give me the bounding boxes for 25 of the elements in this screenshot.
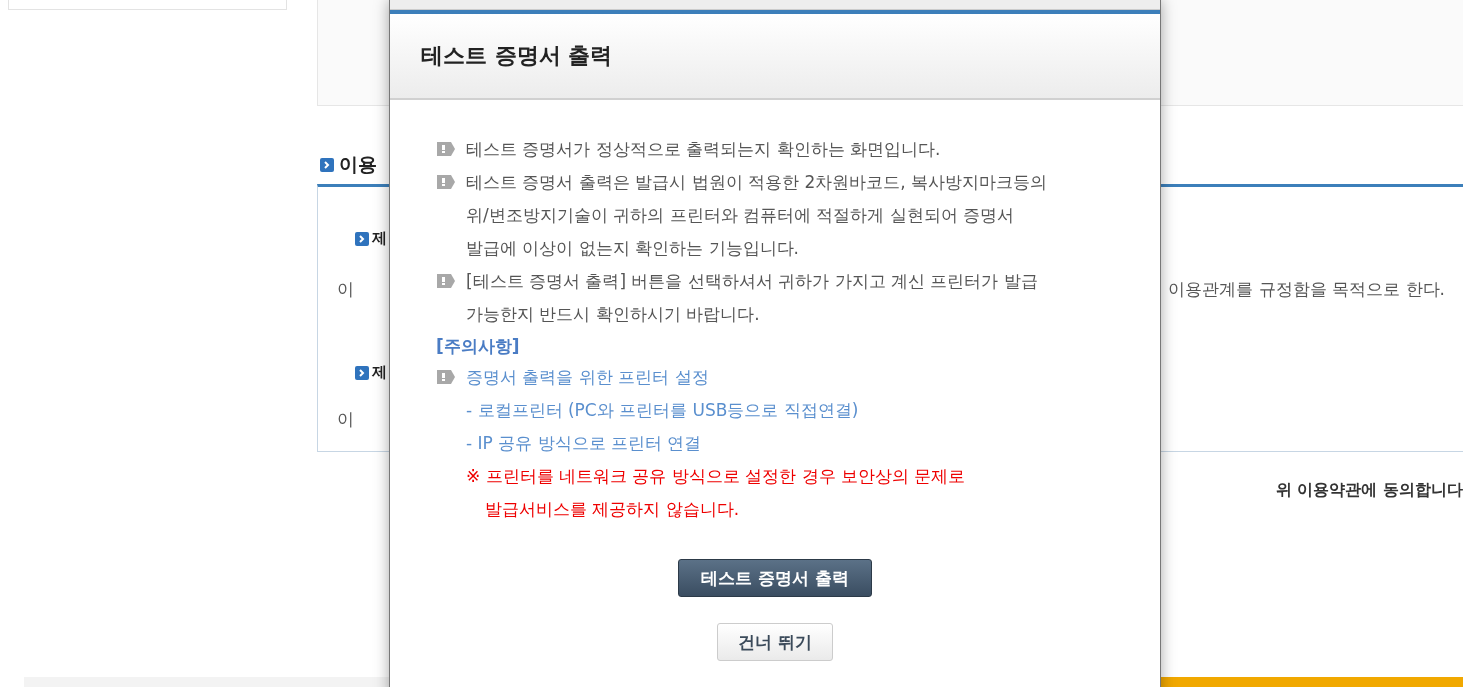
section-title: 이용 bbox=[339, 152, 377, 177]
term-heading: 제 bbox=[372, 229, 387, 248]
chevron-icon bbox=[355, 365, 369, 380]
dialog-text: ※ 프린터를 네트워크 공유 방식으로 설정한 경우 보안상의 문제로 발급서비스를 제공하지 않습니다. bbox=[466, 465, 966, 521]
term-text: 이 bbox=[337, 278, 354, 301]
print-button[interactable]: 테스트 증명서 출력 bbox=[678, 559, 872, 597]
term-text: 이 bbox=[337, 408, 354, 431]
term-text: 이용관계를 규정함을 목적으로 한다. bbox=[1168, 278, 1445, 301]
dialog-text: - IP 공유 방식으로 프린터 연결 bbox=[466, 432, 702, 455]
chevron-icon bbox=[320, 158, 334, 172]
term-heading: 제 bbox=[372, 363, 387, 382]
skip-button[interactable]: 건너 뛰기 bbox=[717, 623, 833, 661]
bullet-icon bbox=[436, 273, 456, 289]
bullet-icon bbox=[436, 141, 456, 157]
dialog-text: [테스트 증명서 출력] 버튼을 선택하셔서 귀하가 가지고 계신 프린터가 발급 가능한지 반드시 확인하시기 바랍니다. bbox=[466, 270, 1038, 326]
bullet-icon bbox=[436, 369, 456, 385]
chevron-icon bbox=[355, 231, 369, 246]
agree-label: 위 이용약관에 동의합니다 bbox=[1275, 480, 1463, 501]
dialog-text: - 로컬프린터 (PC와 프린터를 USB등으로 직접연결) bbox=[466, 399, 859, 422]
dialog-text: 증명서 출력을 위한 프린터 설정 bbox=[466, 366, 709, 389]
dialog-text: [주의사항] bbox=[436, 335, 520, 358]
bullet-icon bbox=[436, 174, 456, 190]
dialog-title: 테스트 증명서 출력 bbox=[421, 42, 613, 70]
dialog-text: 테스트 증명서 출력은 발급시 법원이 적용한 2차원바코드, 복사방지마크등의 위/변조방지기술이 귀하의 프린터와 컴퓨터에 적절하게 실현되어 증명서 발급에 이상이 없는지 확인하는 기능입니다. bbox=[466, 171, 1048, 260]
dialog-text: 테스트 증명서가 정상적으로 출력되는지 확인하는 화면입니다. bbox=[466, 138, 941, 161]
